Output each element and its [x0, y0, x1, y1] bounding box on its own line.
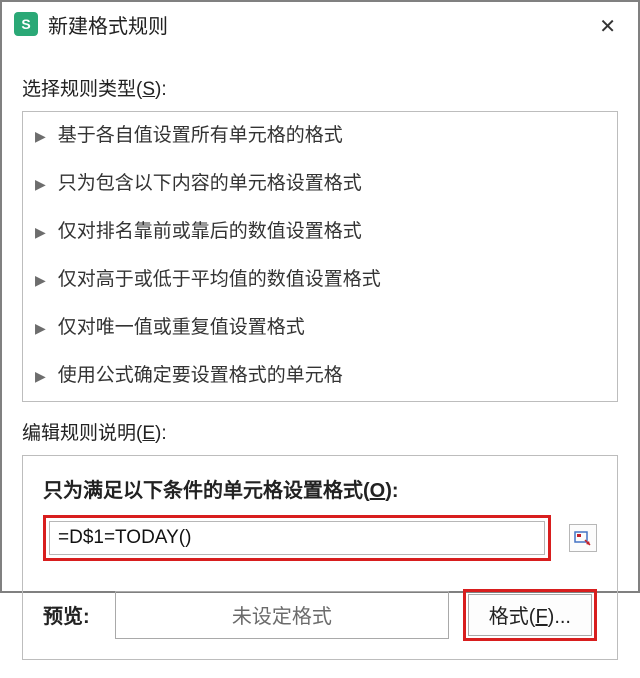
- rule-type-label: 仅对高于或低于平均值的数值设置格式: [58, 262, 381, 298]
- formula-input[interactable]: [49, 521, 545, 555]
- rule-type-item[interactable]: ▶ 只为包含以下内容的单元格设置格式: [23, 160, 617, 208]
- preview-box: 未设定格式: [115, 591, 449, 639]
- preview-row: 预览: 未设定格式 格式(F)...: [43, 589, 597, 641]
- format-button[interactable]: 格式(F)...: [468, 594, 592, 636]
- rule-type-label: 仅对排名靠前或靠后的数值设置格式: [58, 214, 362, 250]
- formula-row: [43, 515, 597, 561]
- app-icon-letter: S: [21, 16, 30, 32]
- close-button[interactable]: ✕: [593, 12, 622, 41]
- triangle-right-icon: ▶: [35, 267, 46, 294]
- triangle-right-icon: ▶: [35, 123, 46, 150]
- rule-type-item[interactable]: ▶ 仅对唯一值或重复值设置格式: [23, 304, 617, 352]
- preview-text: 未设定格式: [232, 600, 332, 629]
- range-selector-button[interactable]: [569, 524, 597, 552]
- triangle-right-icon: ▶: [35, 171, 46, 198]
- rule-type-item[interactable]: ▶ 基于各自值设置所有单元格的格式: [23, 112, 617, 160]
- rule-type-item[interactable]: ▶ 使用公式确定要设置格式的单元格: [23, 352, 617, 400]
- app-icon: S: [14, 12, 38, 36]
- preview-label: 预览:: [43, 600, 101, 629]
- rule-type-item[interactable]: ▶ 仅对排名靠前或靠后的数值设置格式: [23, 208, 617, 256]
- range-selector-icon: [574, 529, 592, 547]
- rule-type-label: 使用公式确定要设置格式的单元格: [58, 358, 343, 394]
- select-rule-type-label: 选择规则类型(S):: [22, 74, 618, 101]
- dialog-content: 选择规则类型(S): ▶ 基于各自值设置所有单元格的格式 ▶ 只为包含以下内容的…: [2, 46, 638, 678]
- rule-type-label: 只为包含以下内容的单元格设置格式: [58, 166, 362, 202]
- triangle-right-icon: ▶: [35, 219, 46, 246]
- triangle-right-icon: ▶: [35, 363, 46, 390]
- rule-type-label: 基于各自值设置所有单元格的格式: [58, 118, 343, 154]
- close-icon: ✕: [599, 16, 616, 38]
- rule-type-list: ▶ 基于各自值设置所有单元格的格式 ▶ 只为包含以下内容的单元格设置格式 ▶ 仅…: [22, 111, 618, 402]
- format-button-highlight: 格式(F)...: [463, 589, 597, 641]
- triangle-right-icon: ▶: [35, 315, 46, 342]
- dialog-window: S 新建格式规则 ✕ 选择规则类型(S): ▶ 基于各自值设置所有单元格的格式 …: [0, 0, 640, 593]
- edit-rule-desc-label: 编辑规则说明(E):: [22, 418, 618, 445]
- titlebar: S 新建格式规则 ✕: [2, 2, 638, 46]
- dialog-title: 新建格式规则: [48, 10, 168, 39]
- formula-input-highlight: [43, 515, 551, 561]
- rule-type-item[interactable]: ▶ 仅对高于或低于平均值的数值设置格式: [23, 256, 617, 304]
- rule-type-label: 仅对唯一值或重复值设置格式: [58, 310, 305, 346]
- rule-edit-panel: 只为满足以下条件的单元格设置格式(O): 预览:: [22, 455, 618, 660]
- formula-condition-label: 只为满足以下条件的单元格设置格式(O):: [43, 474, 597, 503]
